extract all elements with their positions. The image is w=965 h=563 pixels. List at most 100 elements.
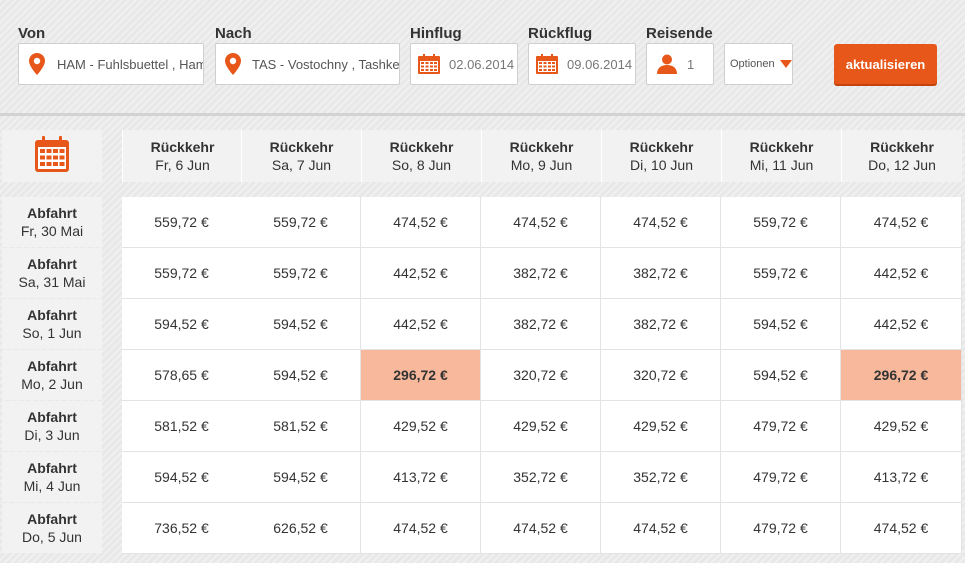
price-cell[interactable]: 479,72 € bbox=[721, 452, 841, 503]
price-cell[interactable]: 474,52 € bbox=[601, 503, 721, 554]
price-cell[interactable]: 559,72 € bbox=[122, 197, 242, 248]
grid-corner bbox=[2, 130, 102, 182]
price-cell[interactable]: 429,52 € bbox=[601, 401, 721, 452]
price-cell[interactable]: 626,52 € bbox=[241, 503, 361, 554]
column-header-return: Rückkehr Fr, 6 Jun bbox=[122, 130, 242, 182]
price-cell[interactable]: 382,72 € bbox=[601, 299, 721, 350]
to-field[interactable]: TAS - Vostochny , Tashker bbox=[215, 43, 400, 85]
price-cell[interactable]: 736,52 € bbox=[122, 503, 242, 554]
from-value: HAM - Fuhlsbuettel , Ham bbox=[57, 56, 203, 72]
column-header-return: Rückkehr Do, 12 Jun bbox=[841, 130, 962, 182]
price-cell[interactable]: 581,52 € bbox=[241, 401, 361, 452]
location-pin-icon bbox=[19, 53, 55, 75]
outbound-label: Hinflug bbox=[410, 25, 462, 42]
header-date: Sa, 31 Mai bbox=[18, 274, 86, 290]
person-icon bbox=[647, 54, 687, 74]
price-cell[interactable]: 479,72 € bbox=[721, 401, 841, 452]
price-cell[interactable]: 429,52 € bbox=[481, 401, 601, 452]
travelers-value: 1 bbox=[687, 56, 695, 72]
row-header-departure: Abfahrt Mi, 4 Jun bbox=[2, 452, 102, 502]
caret-down-icon bbox=[779, 60, 792, 68]
outbound-date-field[interactable]: 02.06.2014 bbox=[410, 43, 518, 85]
column-header-return: Rückkehr Mi, 11 Jun bbox=[721, 130, 841, 182]
price-cell[interactable]: 594,52 € bbox=[721, 350, 841, 401]
price-cell[interactable]: 429,52 € bbox=[361, 401, 481, 452]
column-header-return: Rückkehr Di, 10 Jun bbox=[601, 130, 721, 182]
to-label: Nach bbox=[215, 25, 252, 42]
options-dropdown[interactable]: Optionen bbox=[724, 43, 793, 85]
column-header-return: Rückkehr Mo, 9 Jun bbox=[481, 130, 601, 182]
price-cell[interactable]: 594,52 € bbox=[241, 299, 361, 350]
price-cell[interactable]: 442,52 € bbox=[361, 248, 481, 299]
outbound-date-value: 02.06.2014 bbox=[449, 56, 515, 72]
price-cell[interactable]: 429,52 € bbox=[841, 401, 962, 452]
row-header-departure: Abfahrt Sa, 31 Mai bbox=[2, 248, 102, 298]
price-cell[interactable]: 474,52 € bbox=[841, 197, 962, 248]
header-title: Abfahrt bbox=[27, 511, 77, 527]
price-cell[interactable]: 594,52 € bbox=[241, 350, 361, 401]
location-pin-icon bbox=[216, 53, 250, 75]
price-cell[interactable]: 474,52 € bbox=[481, 197, 601, 248]
price-cell[interactable]: 474,52 € bbox=[841, 503, 962, 554]
price-cell[interactable]: 382,72 € bbox=[481, 299, 601, 350]
header-date: Mo, 2 Jun bbox=[21, 376, 83, 392]
price-cell[interactable]: 559,72 € bbox=[241, 197, 361, 248]
price-cell[interactable]: 479,72 € bbox=[721, 503, 841, 554]
price-cell[interactable]: 442,52 € bbox=[841, 248, 962, 299]
header-title: Abfahrt bbox=[27, 358, 77, 374]
price-cell[interactable]: 594,52 € bbox=[721, 299, 841, 350]
header-title: Rückkehr bbox=[389, 139, 454, 155]
price-cell[interactable]: 442,52 € bbox=[361, 299, 481, 350]
options-label: Optionen bbox=[730, 58, 775, 70]
price-cell[interactable]: 559,72 € bbox=[721, 248, 841, 299]
travelers-field[interactable]: 1 bbox=[646, 43, 714, 85]
header-title: Abfahrt bbox=[27, 256, 77, 272]
header-title: Rückkehr bbox=[509, 139, 574, 155]
price-cell-cheapest[interactable]: 296,72 € bbox=[361, 350, 481, 401]
price-cell[interactable]: 594,52 € bbox=[241, 452, 361, 503]
header-date: Do, 12 Jun bbox=[868, 157, 936, 173]
return-date-field[interactable]: 09.06.2014 bbox=[528, 43, 636, 85]
column-header-return: Rückkehr So, 8 Jun bbox=[361, 130, 481, 182]
price-cell[interactable]: 320,72 € bbox=[601, 350, 721, 401]
price-cell[interactable]: 382,72 € bbox=[601, 248, 721, 299]
price-cell[interactable]: 578,65 € bbox=[122, 350, 242, 401]
calendar-icon bbox=[411, 54, 447, 74]
price-cell[interactable]: 474,52 € bbox=[361, 197, 481, 248]
price-cell[interactable]: 559,72 € bbox=[721, 197, 841, 248]
header-date: So, 1 Jun bbox=[22, 325, 82, 341]
price-cell[interactable]: 442,52 € bbox=[841, 299, 962, 350]
header-title: Abfahrt bbox=[27, 409, 77, 425]
row-header-departure: Abfahrt Mo, 2 Jun bbox=[2, 350, 102, 400]
price-cell[interactable]: 352,72 € bbox=[481, 452, 601, 503]
from-field[interactable]: HAM - Fuhlsbuettel , Ham bbox=[18, 43, 204, 85]
update-button[interactable]: aktualisieren bbox=[834, 44, 937, 84]
header-date: Di, 3 Jun bbox=[24, 427, 80, 443]
price-cell[interactable]: 594,52 € bbox=[122, 452, 242, 503]
price-cell[interactable]: 559,72 € bbox=[241, 248, 361, 299]
price-cell[interactable]: 581,52 € bbox=[122, 401, 242, 452]
price-cell[interactable]: 320,72 € bbox=[481, 350, 601, 401]
price-cell[interactable]: 474,52 € bbox=[601, 197, 721, 248]
header-date: Mi, 4 Jun bbox=[23, 478, 81, 494]
header-date: Fr, 30 Mai bbox=[20, 223, 84, 239]
calendar-icon bbox=[529, 54, 565, 74]
calendar-icon bbox=[35, 135, 69, 177]
price-cell[interactable]: 413,72 € bbox=[841, 452, 962, 503]
price-cell[interactable]: 474,52 € bbox=[481, 503, 601, 554]
header-date: Sa, 7 Jun bbox=[271, 157, 332, 173]
row-header-departure: Abfahrt So, 1 Jun bbox=[2, 299, 102, 349]
header-title: Abfahrt bbox=[27, 307, 77, 323]
search-bar: Von HAM - Fuhlsbuettel , Ham Nach TAS - … bbox=[0, 0, 965, 112]
price-cell[interactable]: 352,72 € bbox=[601, 452, 721, 503]
price-cell[interactable]: 559,72 € bbox=[122, 248, 242, 299]
header-title: Rückkehr bbox=[870, 139, 934, 155]
header-date: Di, 10 Jun bbox=[629, 157, 694, 173]
to-value: TAS - Vostochny , Tashker bbox=[252, 56, 399, 72]
price-cell[interactable]: 594,52 € bbox=[122, 299, 242, 350]
price-cell[interactable]: 474,52 € bbox=[361, 503, 481, 554]
price-cell[interactable]: 382,72 € bbox=[481, 248, 601, 299]
price-cell-cheapest[interactable]: 296,72 € bbox=[841, 350, 962, 401]
price-cell[interactable]: 413,72 € bbox=[361, 452, 481, 503]
divider bbox=[0, 113, 965, 116]
